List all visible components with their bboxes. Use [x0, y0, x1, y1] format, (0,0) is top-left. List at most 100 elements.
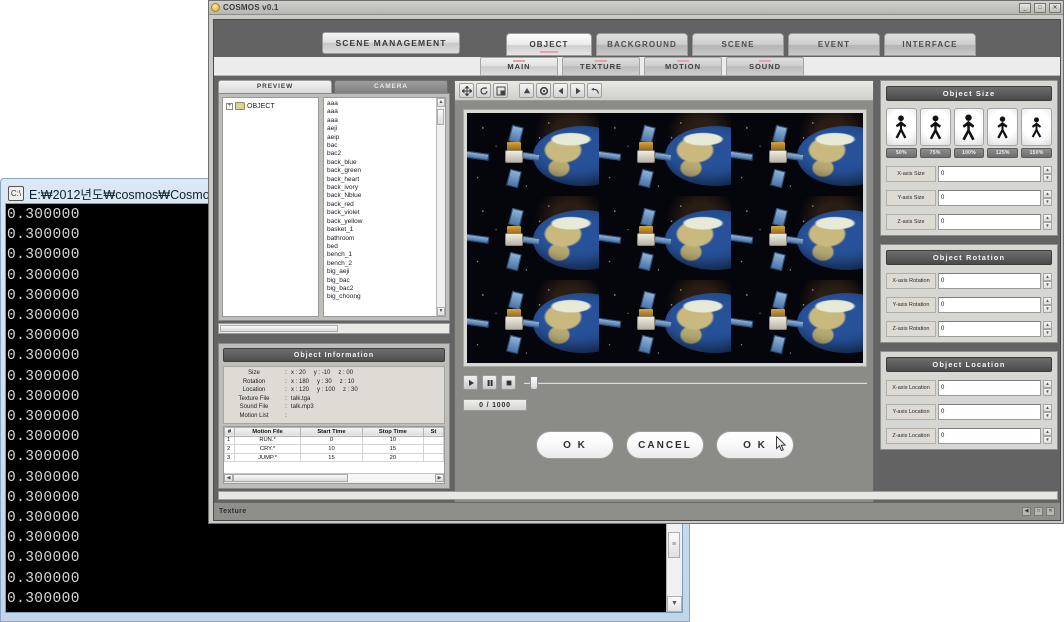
motion-hscroll-right-button[interactable]: ▶: [435, 474, 444, 483]
list-scroll-thumb[interactable]: [437, 109, 444, 125]
rotate-icon[interactable]: [476, 83, 491, 98]
tree-row-object[interactable]: + OBJECT: [226, 102, 315, 110]
subtab-motion[interactable]: MOTION: [644, 57, 722, 76]
object-list-item[interactable]: big_aeji: [327, 268, 433, 276]
tab-scene[interactable]: SCENE: [692, 33, 784, 56]
spinner-up-icon[interactable]: ▲: [1043, 214, 1052, 222]
rotation-spinner[interactable]: ▲ ▼: [1043, 297, 1052, 313]
motion-table-header-cell[interactable]: #: [224, 426, 235, 437]
console-scroll-down-button[interactable]: ▼: [667, 596, 682, 612]
object-list-item[interactable]: back_heart: [327, 176, 433, 184]
cosmos-main-window[interactable]: COSMOS v0.1 _ □ ✕ SCENE MANAGEMENT OBJEC…: [208, 0, 1064, 524]
size-preset-150pct[interactable]: 150%: [1021, 108, 1052, 158]
spinner-up-icon[interactable]: ▲: [1043, 190, 1052, 198]
object-list-scrollbar[interactable]: ▲ ▼: [436, 98, 445, 316]
spinner-down-icon[interactable]: ▼: [1043, 388, 1052, 396]
location-spinner[interactable]: ▲ ▼: [1043, 404, 1052, 420]
motion-list-table[interactable]: # Motion File Start Time Stop Time St 1 RUN.*…: [223, 425, 445, 484]
spinner-down-icon[interactable]: ▼: [1043, 281, 1052, 289]
motion-table-row[interactable]: 1 RUN.* 0 10: [224, 435, 445, 446]
motion-table-header-cell[interactable]: St: [422, 426, 445, 437]
person-icon[interactable]: [987, 108, 1019, 146]
tab-interface[interactable]: INTERFACE: [884, 33, 976, 56]
minimize-button[interactable]: _: [1019, 2, 1031, 13]
spinner-up-icon[interactable]: ▲: [1043, 297, 1052, 305]
timeline-thumb[interactable]: [530, 376, 538, 390]
left-horizontal-scrollbar[interactable]: [218, 323, 450, 334]
cosmos-titlebar[interactable]: COSMOS v0.1 _ □ ✕: [209, 1, 1063, 15]
rotation-field-input[interactable]: 0: [938, 297, 1041, 313]
motion-table-header-cell[interactable]: Stop Time: [361, 426, 424, 437]
person-icon[interactable]: [953, 108, 985, 146]
scene-management-button[interactable]: SCENE MANAGEMENT: [322, 32, 460, 54]
texture-viewport[interactable]: [463, 109, 867, 367]
spinner-down-icon[interactable]: ▼: [1043, 198, 1052, 206]
tab-event[interactable]: EVENT: [788, 33, 880, 56]
size-spinner[interactable]: ▲ ▼: [1043, 166, 1052, 182]
rotation-field-input[interactable]: 0: [938, 273, 1041, 289]
move-icon[interactable]: [459, 83, 474, 98]
object-list-item[interactable]: bac2: [327, 150, 433, 158]
cancel-button[interactable]: CANCEL: [626, 431, 704, 459]
object-list-item[interactable]: big_bac2: [327, 285, 433, 293]
tab-preview[interactable]: PREVIEW: [218, 80, 332, 93]
location-spinner[interactable]: ▲ ▼: [1043, 428, 1052, 444]
motion-hscroll-thumb[interactable]: [233, 474, 348, 483]
object-list-item[interactable]: aeji: [327, 125, 433, 133]
up-arrow-icon[interactable]: [519, 83, 534, 98]
object-list-item[interactable]: aeip: [327, 134, 433, 142]
motion-table-header-cell[interactable]: Start Time: [300, 426, 363, 437]
spinner-up-icon[interactable]: ▲: [1043, 273, 1052, 281]
list-scroll-up-button[interactable]: ▲: [437, 98, 445, 107]
timeline-track[interactable]: [524, 382, 867, 384]
spinner-down-icon[interactable]: ▼: [1043, 329, 1052, 337]
object-list[interactable]: aaa aaa aaa aeji aeip bac bac2 back_blue back_gr…: [323, 97, 446, 317]
location-spinner[interactable]: ▲ ▼: [1043, 380, 1052, 396]
size-preset-75pct[interactable]: 75%: [919, 108, 951, 158]
object-list-item[interactable]: big_bac: [327, 277, 433, 285]
ok-button-right[interactable]: O K: [716, 431, 794, 459]
size-preset-50pct[interactable]: 50%: [886, 108, 917, 158]
motion-table-hscrollbar[interactable]: ◀ ▶: [224, 472, 444, 483]
object-list-item[interactable]: back_green: [327, 167, 433, 175]
size-field-input[interactable]: 0: [938, 190, 1041, 206]
person-icon[interactable]: [1021, 108, 1052, 146]
spinner-down-icon[interactable]: ▼: [1043, 222, 1052, 230]
motion-table-header-cell[interactable]: Motion File: [233, 426, 302, 437]
motion-hscroll-left-button[interactable]: ◀: [224, 474, 233, 483]
tab-object[interactable]: OBJECT: [506, 33, 592, 56]
spinner-up-icon[interactable]: ▲: [1043, 166, 1052, 174]
object-list-item[interactable]: back_violet: [327, 209, 433, 217]
object-list-item[interactable]: aaa: [327, 117, 433, 125]
motion-hscroll-track[interactable]: [233, 474, 435, 483]
spinner-down-icon[interactable]: ▼: [1043, 174, 1052, 182]
close-button[interactable]: ✕: [1049, 2, 1061, 13]
tab-background[interactable]: BACKGROUND: [596, 33, 688, 56]
ok-button-left[interactable]: O K: [536, 431, 614, 459]
object-list-item[interactable]: basket_1: [327, 226, 433, 234]
object-list-item[interactable]: bathroom: [327, 235, 433, 243]
motion-table-row[interactable]: 3 JUMP.* 15 20: [224, 452, 445, 463]
object-list-item[interactable]: back_blue: [327, 159, 433, 167]
object-list-item[interactable]: aaa: [327, 100, 433, 108]
spinner-up-icon[interactable]: ▲: [1043, 321, 1052, 329]
person-icon[interactable]: [886, 108, 917, 146]
motion-table-row[interactable]: 2 CRY.* 10 15: [224, 444, 445, 454]
size-field-input[interactable]: 0: [938, 166, 1041, 182]
tab-camera[interactable]: CAMERA: [334, 80, 448, 93]
right-arrow-icon[interactable]: [570, 83, 585, 98]
left-arrow-icon[interactable]: [553, 83, 568, 98]
spinner-down-icon[interactable]: ▼: [1043, 412, 1052, 420]
location-field-input[interactable]: 0: [938, 380, 1041, 396]
left-hscroll-thumb[interactable]: [220, 325, 338, 332]
object-list-item[interactable]: bed: [327, 243, 433, 251]
subtab-main[interactable]: MAIN: [480, 57, 558, 76]
object-list-item[interactable]: back_yellow: [327, 218, 433, 226]
object-list-item[interactable]: back_Nblue: [327, 192, 433, 200]
console-scroll-thumb[interactable]: ≡: [668, 532, 680, 558]
scale-icon[interactable]: [493, 83, 508, 98]
status-corner-button[interactable]: □: [1034, 507, 1043, 516]
size-preset-100pct[interactable]: 100%: [953, 108, 985, 158]
object-list-item[interactable]: back_ivory: [327, 184, 433, 192]
tree-expand-icon[interactable]: +: [226, 102, 233, 110]
